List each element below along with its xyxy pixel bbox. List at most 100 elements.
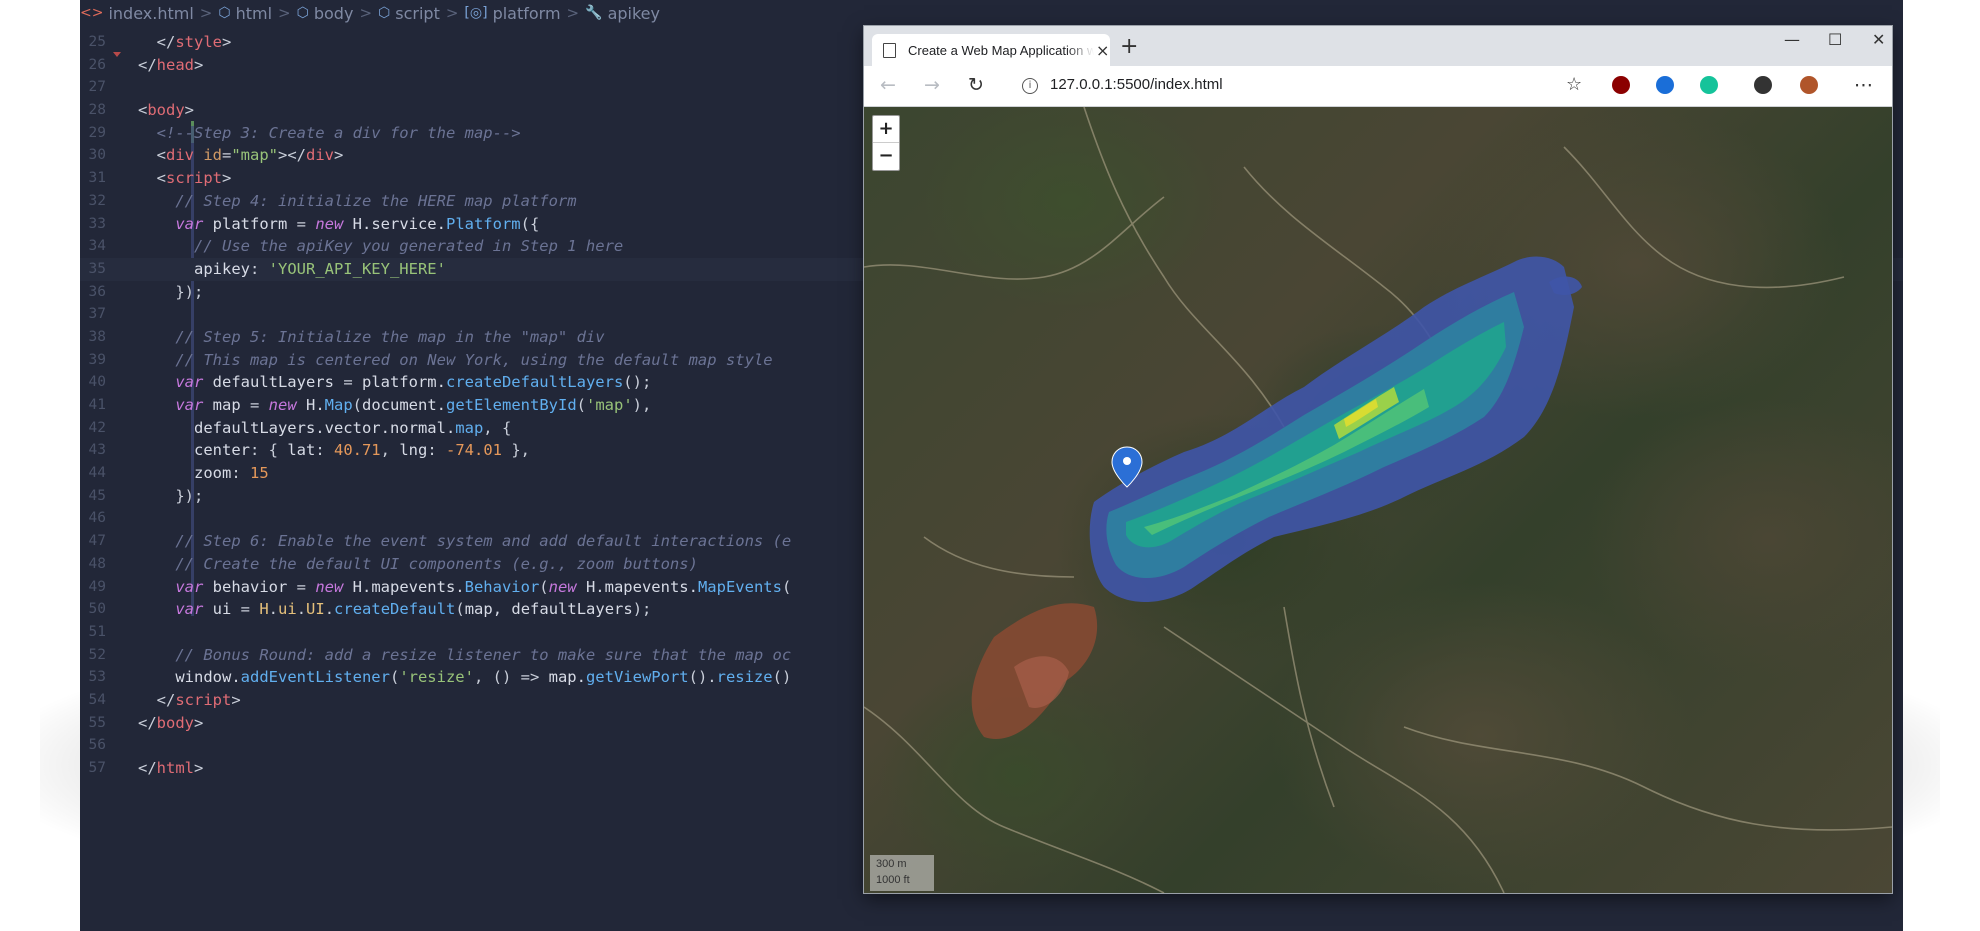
browser-titlebar: Create a Web Map Application w × + — ☐ ✕ — [864, 26, 1892, 66]
zoom-control: + − — [872, 115, 900, 171]
address-bar[interactable]: 127.0.0.1:5500/index.html — [1050, 76, 1223, 93]
line-number: 31 — [88, 170, 106, 187]
code-token: . — [268, 600, 279, 619]
profile-avatar-icon[interactable] — [1800, 76, 1818, 94]
browser-tab[interactable]: Create a Web Map Application w × — [872, 34, 1110, 66]
close-window-button[interactable]: ✕ — [1872, 30, 1885, 49]
code-text: </style> — [138, 31, 232, 54]
ublock-origin-icon[interactable] — [1612, 76, 1630, 94]
map-view[interactable]: + − 300 m 1000 ft — [864, 107, 1892, 893]
code-token: = — [249, 396, 269, 414]
wrench-icon: 🔧 — [585, 5, 603, 21]
cube-icon: ⬡ — [218, 5, 231, 21]
tab-close-icon[interactable]: × — [1096, 41, 1109, 60]
code-token: defaultLayers.vector.normal. — [138, 418, 456, 437]
new-tab-button[interactable]: + — [1120, 34, 1138, 59]
code-token: </ — [138, 33, 176, 51]
code-token: div — [166, 146, 194, 165]
code-token: 15 — [250, 464, 269, 483]
code-token: < — [138, 169, 166, 188]
code-token: : { — [249, 441, 288, 460]
code-token: , — [380, 441, 400, 460]
code-token: MapEvents — [697, 577, 782, 596]
code-text: // Use the apiKey you generated in Step … — [138, 235, 623, 258]
breadcrumb-item[interactable]: ⬡ body — [297, 4, 354, 23]
site-info-icon[interactable]: i — [1022, 78, 1038, 94]
code-token: , { — [483, 418, 512, 437]
code-token: > — [222, 169, 232, 188]
code-text: <body> — [138, 99, 194, 122]
line-number: 51 — [88, 623, 106, 640]
grammarly-icon[interactable] — [1700, 76, 1718, 94]
breadcrumb-separator: > — [199, 4, 213, 22]
breadcrumb-item[interactable]: ⬡ html — [218, 4, 272, 23]
code-editor[interactable]: <> index.html > ⬡ html > ⬡ body > ⬡ script > [◎] plat… — [80, 0, 1903, 931]
code-token: H.mapevents. — [585, 577, 698, 596]
code-token: </ — [138, 759, 157, 777]
breadcrumb-item[interactable]: 🔧 apikey — [585, 4, 660, 23]
code-token: new — [315, 214, 353, 233]
more-menu-button[interactable]: ⋯ — [1854, 74, 1873, 96]
zoom-in-button[interactable]: + — [873, 116, 899, 143]
code-text: </head> — [138, 54, 203, 77]
variable-icon: [◎] — [464, 5, 488, 21]
tab-title: Create a Web Map Application w — [908, 42, 1094, 58]
breadcrumb-item[interactable]: [◎] platform — [464, 4, 560, 23]
code-token: "map" — [231, 146, 279, 165]
breadcrumb: <> index.html > ⬡ html > ⬡ body > ⬡ script > [◎] plat… — [80, 0, 1903, 26]
line-number: 45 — [88, 487, 106, 504]
code-token: script — [175, 690, 232, 709]
code-token: : — [249, 259, 269, 278]
collections-icon[interactable] — [1754, 76, 1772, 94]
line-number: 52 — [88, 646, 106, 663]
reload-button[interactable]: ↻ — [968, 74, 984, 96]
browser-window[interactable]: Create a Web Map Application w × + — ☐ ✕… — [864, 26, 1892, 893]
code-token: H. — [305, 396, 325, 414]
code-token: H.service. — [352, 214, 446, 233]
code-token: -74.01 — [446, 441, 502, 460]
code-token: var — [138, 396, 213, 414]
code-token: Map — [324, 396, 353, 414]
line-number: 42 — [88, 419, 106, 436]
code-token: new — [268, 396, 306, 414]
favorite-star-icon[interactable]: ☆ — [1566, 74, 1582, 95]
line-number: 33 — [88, 215, 106, 232]
code-token: center — [138, 441, 250, 460]
breadcrumb-item[interactable]: ⬡ script — [378, 4, 440, 23]
code-text: // This map is centered on New York, usi… — [138, 349, 773, 372]
code-token: lat — [287, 441, 316, 460]
code-token: = — [222, 146, 232, 165]
code-token: head — [156, 55, 194, 74]
line-number: 26 — [88, 56, 106, 73]
code-token: ( — [352, 396, 362, 414]
code-token: H.mapevents. — [352, 577, 465, 596]
line-number: 57 — [88, 760, 106, 776]
code-text: var ui = H.ui.UI.createDefault(map, defa… — [138, 598, 651, 621]
code-token: var — [138, 577, 213, 596]
line-number: 34 — [88, 238, 106, 255]
scale-imperial: 1000 ft — [876, 874, 910, 886]
onepassword-icon[interactable] — [1656, 76, 1674, 94]
code-token: new — [315, 577, 353, 596]
code-token: }, — [502, 441, 530, 460]
code-token: script — [166, 169, 222, 188]
code-token: body — [147, 101, 185, 120]
back-button[interactable]: ← — [880, 74, 896, 96]
forward-button[interactable]: → — [924, 74, 940, 96]
zoom-out-button[interactable]: − — [873, 143, 899, 169]
maximize-button[interactable]: ☐ — [1828, 30, 1842, 49]
code-text: }); — [138, 485, 203, 508]
breadcrumb-separator: > — [445, 4, 459, 22]
code-token: // This map is centered on New York, usi… — [138, 350, 773, 369]
code-token: : — [231, 464, 250, 483]
minimize-button[interactable]: — — [1784, 30, 1800, 49]
code-text: var defaultLayers = platform.createDefau… — [138, 371, 651, 394]
breadcrumb-item[interactable]: <> index.html — [80, 4, 194, 23]
code-token: . — [296, 600, 307, 619]
line-number: 29 — [88, 124, 106, 141]
code-token: map. — [548, 668, 586, 687]
code-text: </script> — [138, 689, 241, 712]
breadcrumb-label: index.html — [108, 3, 194, 23]
code-token: platform. — [361, 373, 446, 392]
line-number: 37 — [88, 306, 106, 323]
